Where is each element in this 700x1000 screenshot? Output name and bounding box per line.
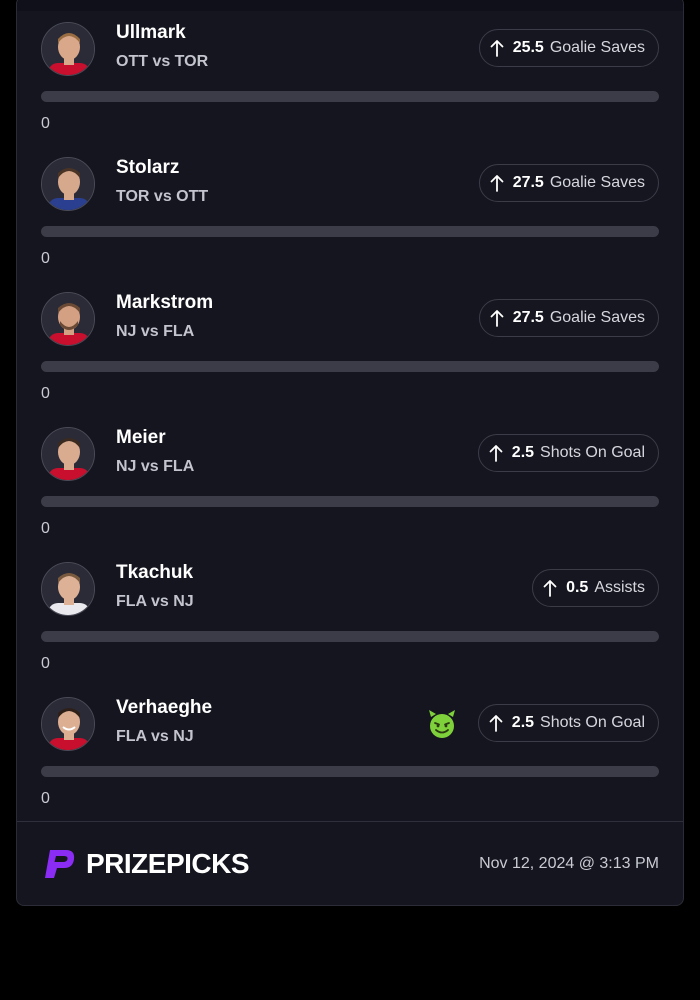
stat-type: Shots On Goal — [540, 714, 645, 731]
player-avatar — [41, 562, 95, 616]
matchup: FLA vs NJ — [116, 728, 194, 745]
matchup: FLA vs NJ — [116, 593, 194, 610]
arrow-up-icon — [489, 715, 503, 732]
player-name: Meier — [116, 427, 166, 448]
player-name: Verhaeghe — [116, 697, 213, 718]
matchup: NJ vs FLA — [116, 458, 195, 475]
projection-pill[interactable]: 2.5 Shots On Goal — [477, 434, 659, 472]
progress-bar — [41, 766, 659, 777]
pick-row: Meier NJ vs FLA 2.5 Shots On Goal 0 — [17, 427, 683, 562]
timestamp: Nov 12, 2024 @ 3:13 PM — [479, 855, 659, 872]
projection-pill[interactable]: 27.5 Goalie Saves — [478, 164, 659, 202]
player-avatar — [41, 22, 95, 76]
progress-bar — [41, 361, 659, 372]
stat-type: Shots On Goal — [540, 444, 645, 461]
card-top-strip — [17, 0, 683, 11]
projection-pill[interactable]: 25.5 Goalie Saves — [478, 29, 659, 67]
matchup: OTT vs TOR — [116, 53, 209, 70]
pick-row: Markstrom NJ vs FLA 27.5 Goalie Saves 0 — [17, 292, 683, 427]
pick-row: Stolarz TOR vs OTT 27.5 Goalie Saves 0 — [17, 157, 683, 292]
projection-line: 27.5 — [512, 309, 544, 326]
prizepicks-logo: PRIZEPICKS — [41, 846, 250, 882]
arrow-up-icon — [543, 580, 557, 597]
progress-value: 0 — [41, 250, 50, 267]
stat-type: Assists — [594, 579, 645, 596]
matchup: TOR vs OTT — [116, 188, 209, 205]
arrow-up-icon — [490, 40, 504, 57]
pick-row: Ullmark OTT vs TOR 25.5 Goalie Saves 0 — [17, 22, 683, 157]
progress-bar — [41, 631, 659, 642]
brand-name: PRIZEPICKS — [86, 848, 250, 879]
player-name: Stolarz — [116, 157, 180, 178]
footer-divider — [17, 821, 683, 822]
projection-line: 0.5 — [566, 579, 589, 596]
player-name: Ullmark — [116, 22, 186, 43]
progress-value: 0 — [41, 790, 50, 807]
progress-bar — [41, 91, 659, 102]
projection-pill[interactable]: 27.5 Goalie Saves — [478, 299, 659, 337]
stat-type: Goalie Saves — [549, 39, 645, 56]
player-avatar — [41, 292, 95, 346]
projection-line: 25.5 — [512, 39, 544, 56]
progress-value: 0 — [41, 655, 50, 672]
pick-row: Verhaeghe FLA vs NJ 2.5 Shots On Goal 0 — [17, 697, 683, 832]
prizepicks-logo-icon — [45, 850, 75, 878]
progress-value: 0 — [41, 520, 50, 537]
devil-smile-icon — [429, 710, 455, 738]
projection-line: 2.5 — [511, 444, 535, 461]
projection-line: 2.5 — [511, 714, 535, 731]
pick-row: Tkachuk FLA vs NJ 0.5 Assists 0 — [17, 562, 683, 697]
pick-card: Ullmark OTT vs TOR 25.5 Goalie Saves 0 S… — [16, 0, 684, 906]
player-avatar — [41, 427, 95, 481]
stat-type: Goalie Saves — [549, 309, 645, 326]
arrow-up-icon — [490, 310, 504, 327]
progress-bar — [41, 496, 659, 507]
player-avatar — [41, 697, 95, 751]
player-name: Markstrom — [116, 292, 214, 313]
matchup: NJ vs FLA — [116, 323, 195, 340]
projection-line: 27.5 — [512, 174, 544, 191]
progress-value: 0 — [41, 115, 50, 132]
player-avatar — [41, 157, 95, 211]
progress-bar — [41, 226, 659, 237]
projection-pill[interactable]: 0.5 Assists — [532, 569, 659, 607]
progress-value: 0 — [41, 385, 50, 402]
stat-type: Goalie Saves — [549, 174, 645, 191]
projection-pill[interactable]: 2.5 Shots On Goal — [477, 704, 659, 742]
arrow-up-icon — [489, 445, 503, 462]
player-name: Tkachuk — [116, 562, 194, 583]
arrow-up-icon — [490, 175, 504, 192]
